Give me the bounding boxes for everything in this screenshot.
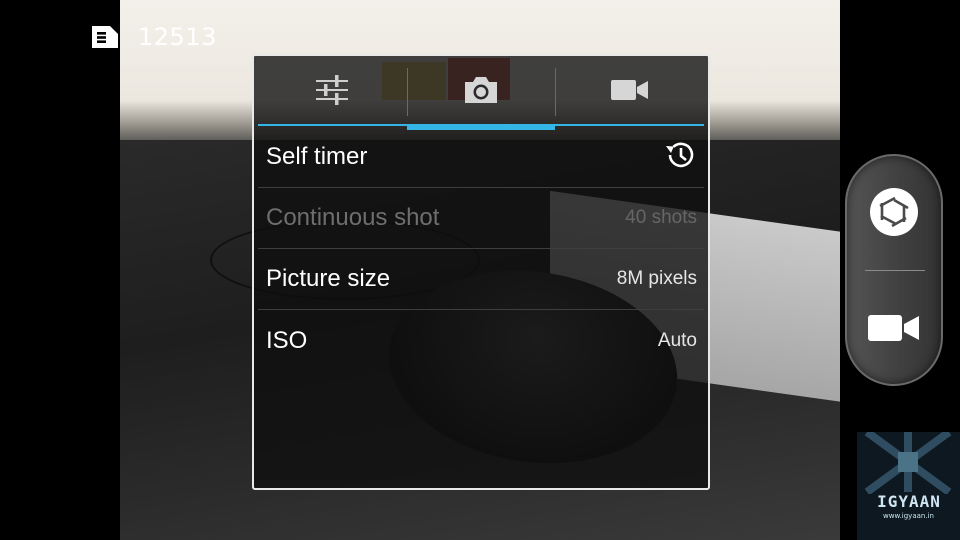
storage-status: 12513: [90, 22, 217, 52]
tab-video-settings[interactable]: [555, 58, 704, 126]
setting-self-timer[interactable]: Self timer: [258, 127, 704, 188]
controls-divider: [865, 270, 925, 271]
camera-icon: [463, 75, 499, 109]
setting-label: Picture size: [266, 265, 391, 292]
settings-list: Self timer Continuous shot 40 shots Pict…: [258, 127, 704, 371]
shutter-icon: [868, 186, 920, 242]
tabs-underline: [258, 124, 704, 126]
remaining-shots-count: 12513: [138, 23, 217, 51]
setting-value: 8M pixels: [616, 268, 697, 289]
setting-label: ISO: [266, 326, 308, 354]
video-mode-button[interactable]: [847, 276, 941, 384]
capture-controls: [845, 154, 943, 386]
setting-iso[interactable]: ISO Auto: [258, 310, 704, 371]
setting-value: Auto: [657, 329, 697, 351]
setting-label: Self timer: [266, 143, 368, 170]
video-camera-icon: [867, 313, 921, 347]
shutter-button[interactable]: [847, 160, 941, 268]
tab-general-settings[interactable]: [258, 58, 407, 126]
setting-value: 40 shots: [625, 207, 697, 228]
sliders-icon: [315, 74, 349, 110]
watermark-logo: IGYAAN www.igyaan.in: [857, 432, 960, 540]
sd-card-icon: [90, 24, 120, 50]
watermark-url: www.igyaan.in: [883, 512, 934, 520]
setting-continuous-shot[interactable]: Continuous shot 40 shots: [258, 188, 704, 249]
video-camera-icon: [610, 78, 650, 106]
tab-photo-settings[interactable]: [406, 58, 556, 130]
timer-history-icon: [663, 139, 697, 175]
camera-settings-panel: Self timer Continuous shot 40 shots Pict…: [252, 54, 710, 490]
watermark-title: IGYAAN: [877, 492, 941, 511]
setting-picture-size[interactable]: Picture size 8M pixels: [258, 249, 704, 310]
snowflake-logo-icon: [864, 432, 952, 494]
setting-label: Continuous shot: [266, 204, 440, 231]
settings-tabs: [258, 58, 704, 130]
